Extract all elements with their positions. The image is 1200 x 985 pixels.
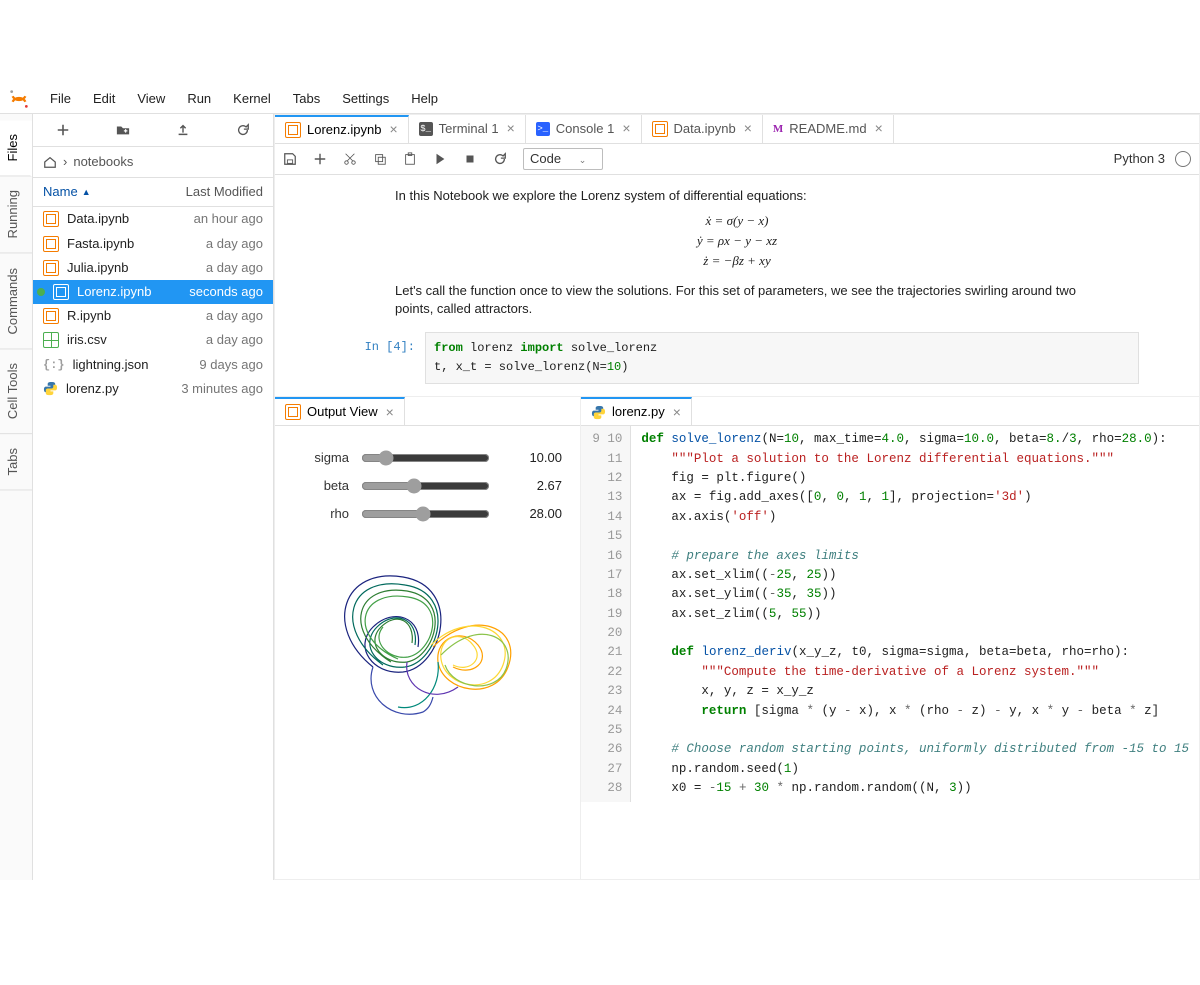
file-row[interactable]: R.ipynba day ago <box>33 304 273 328</box>
kernel-name[interactable]: Python 3 <box>1114 150 1165 168</box>
slider-rho-input[interactable] <box>361 506 490 522</box>
menu-kernel[interactable]: Kernel <box>223 86 281 112</box>
main-dock: Lorenz.ipynb×$_Terminal 1×>_Console 1×Da… <box>274 114 1200 880</box>
markdown-icon: M <box>773 124 783 135</box>
notebook-toolbar: Code ⌄ Python 3 <box>275 144 1199 175</box>
left-sidebar-tabs: FilesRunningCommandsCell ToolsTabs <box>0 114 33 880</box>
python-icon <box>43 381 58 396</box>
file-browser-toolbar <box>33 114 273 147</box>
menu-view[interactable]: View <box>127 86 175 112</box>
running-indicator-icon <box>37 288 45 296</box>
copy-button[interactable] <box>373 152 387 166</box>
sidetab-files[interactable]: Files <box>0 120 32 176</box>
notebook-icon <box>43 308 59 324</box>
notebook-icon <box>285 404 301 420</box>
python-icon <box>591 405 606 420</box>
cell-type-select[interactable]: Code ⌄ <box>523 148 603 170</box>
tab-output-view[interactable]: Output View× <box>275 397 405 425</box>
sidetab-commands[interactable]: Commands <box>0 254 32 349</box>
tab-lorenz-ipynb[interactable]: Lorenz.ipynb× <box>275 115 409 143</box>
menu-help[interactable]: Help <box>401 86 448 112</box>
tab-readme-md[interactable]: MREADME.md× <box>763 115 894 143</box>
menu-file[interactable]: File <box>40 86 81 112</box>
sidetab-cell-tools[interactable]: Cell Tools <box>0 349 32 434</box>
refresh-button[interactable] <box>213 123 273 137</box>
new-launcher-button[interactable] <box>33 123 93 137</box>
file-row[interactable]: Fasta.ipynba day ago <box>33 232 273 256</box>
close-icon[interactable]: × <box>875 119 883 139</box>
paste-button[interactable] <box>403 152 417 166</box>
notebook-icon <box>43 211 59 227</box>
restart-button[interactable] <box>493 152 507 166</box>
notebook-content: In this Notebook we explore the Lorenz s… <box>275 175 1199 396</box>
notebook-icon <box>43 236 59 252</box>
menu-tabs[interactable]: Tabs <box>283 86 330 112</box>
slider-beta-input[interactable] <box>361 478 490 494</box>
line-gutter: 9 10 11 12 13 14 15 16 17 18 19 20 21 22… <box>581 426 631 802</box>
close-icon[interactable]: × <box>507 119 515 139</box>
menu-edit[interactable]: Edit <box>83 86 125 112</box>
save-button[interactable] <box>283 152 297 166</box>
notebook-icon <box>652 121 668 137</box>
spreadsheet-icon <box>43 332 59 348</box>
cell-input[interactable]: from lorenz import solve_lorenz t, x_t =… <box>425 332 1139 384</box>
slider-beta: beta2.67 <box>293 476 562 496</box>
breadcrumb[interactable]: › notebooks <box>33 147 273 178</box>
document-tabs: Lorenz.ipynb×$_Terminal 1×>_Console 1×Da… <box>275 115 1199 144</box>
slider-sigma: sigma10.00 <box>293 448 562 468</box>
tab-terminal-1[interactable]: $_Terminal 1× <box>409 115 526 143</box>
file-row[interactable]: {:}lightning.json9 days ago <box>33 353 273 377</box>
notebook-icon <box>43 260 59 276</box>
jupyter-logo-icon <box>8 88 30 110</box>
file-row[interactable]: Julia.ipynba day ago <box>33 256 273 280</box>
close-icon[interactable]: × <box>622 119 630 139</box>
tab-console-1[interactable]: >_Console 1× <box>526 115 642 143</box>
add-cell-button[interactable] <box>313 152 327 166</box>
file-row[interactable]: lorenz.py3 minutes ago <box>33 377 273 401</box>
file-row[interactable]: Lorenz.ipynbseconds ago <box>33 280 273 304</box>
stop-button[interactable] <box>463 152 477 166</box>
file-row[interactable]: iris.csva day ago <box>33 328 273 352</box>
cut-button[interactable] <box>343 152 357 166</box>
cell-prompt: In [4]: <box>335 332 425 384</box>
notebook-icon <box>53 284 69 300</box>
kernel-status-icon <box>1175 151 1191 167</box>
slider-sigma-input[interactable] <box>361 450 490 466</box>
menubar: FileEditViewRunKernelTabsSettingsHelp <box>0 85 1200 114</box>
code-content[interactable]: def solve_lorenz(N=10, max_time=4.0, sig… <box>631 426 1199 802</box>
console-icon: >_ <box>536 122 550 136</box>
terminal-icon: $_ <box>419 122 433 136</box>
slider-rho: rho28.00 <box>293 504 562 524</box>
close-icon[interactable]: × <box>673 403 681 423</box>
close-icon[interactable]: × <box>386 403 394 423</box>
sidetab-tabs[interactable]: Tabs <box>0 434 32 490</box>
new-folder-button[interactable] <box>93 123 153 137</box>
file-row[interactable]: Data.ipynban hour ago <box>33 207 273 231</box>
notebook-icon <box>285 122 301 138</box>
close-icon[interactable]: × <box>744 119 752 139</box>
tab-lorenz-py[interactable]: lorenz.py× <box>581 397 692 425</box>
file-list-header: Name▲ Last Modified <box>33 178 273 207</box>
tab-data-ipynb[interactable]: Data.ipynb× <box>642 115 763 143</box>
upload-button[interactable] <box>153 123 213 137</box>
menu-settings[interactable]: Settings <box>332 86 399 112</box>
code-editor[interactable]: 9 10 11 12 13 14 15 16 17 18 19 20 21 22… <box>581 426 1199 802</box>
menu-run[interactable]: Run <box>177 86 221 112</box>
crumb-folder[interactable]: notebooks <box>73 153 133 171</box>
close-icon[interactable]: × <box>389 120 397 140</box>
run-button[interactable] <box>433 152 447 166</box>
markdown-cell[interactable]: In this Notebook we explore the Lorenz s… <box>285 183 1189 326</box>
file-browser: › notebooks Name▲ Last Modified Data.ipy… <box>33 114 274 880</box>
code-cell[interactable]: In [4]: from lorenz import solve_lorenz … <box>335 332 1139 384</box>
home-icon <box>43 155 57 169</box>
sidetab-running[interactable]: Running <box>0 176 32 253</box>
json-icon: {:} <box>43 358 65 372</box>
output-view: sigma10.00 beta2.67 rho28.00 <box>275 426 580 751</box>
lorenz-plot <box>293 532 562 737</box>
